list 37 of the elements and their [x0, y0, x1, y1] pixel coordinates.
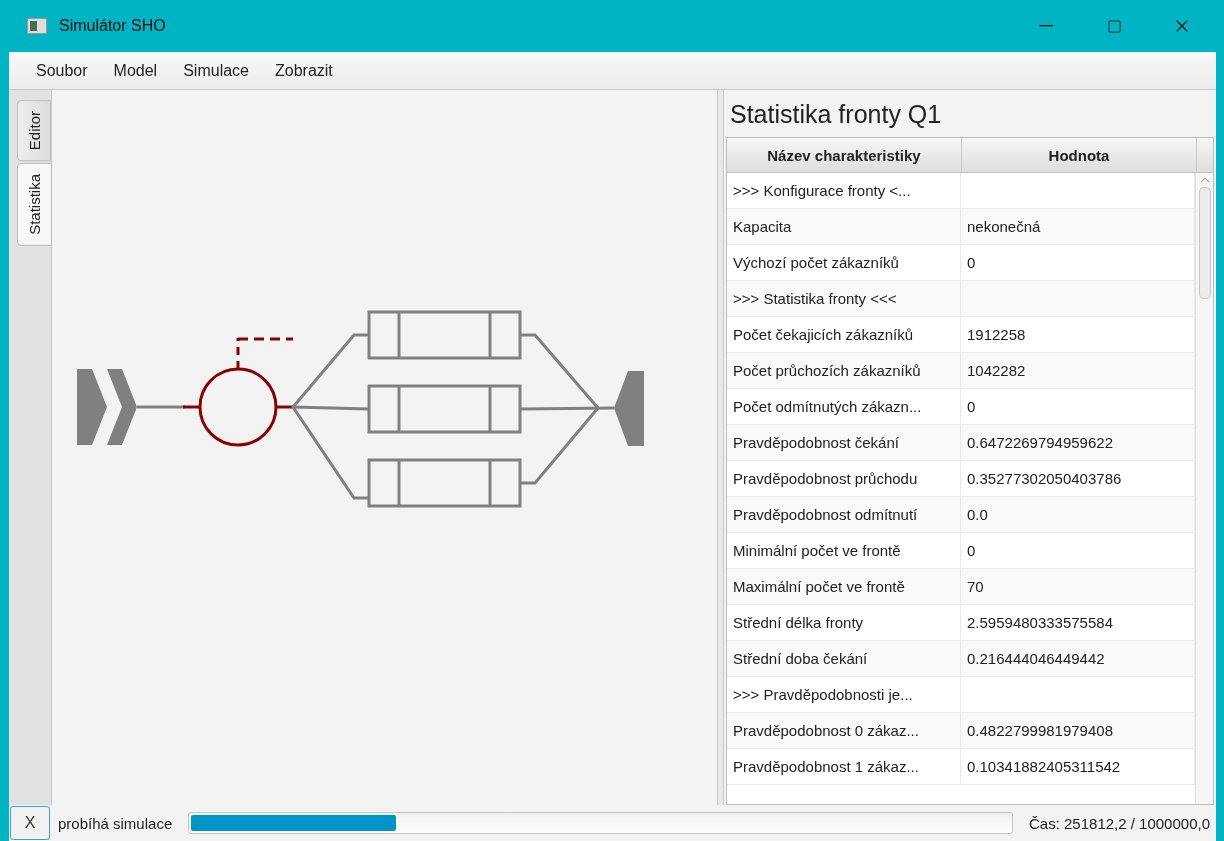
scrollbar[interactable]	[1195, 173, 1213, 804]
table-cell: Střední doba čekání	[727, 641, 961, 676]
table-cell: Počet odmítnutých zákazn...	[727, 389, 961, 424]
minimize-icon	[1039, 25, 1053, 27]
table-cell: Minimální počet ve frontě	[727, 533, 961, 568]
splitter[interactable]	[717, 90, 724, 805]
menu-item[interactable]: Model	[100, 61, 171, 80]
table-cell: Pravděpodobnost 1 zákaz...	[727, 749, 961, 784]
table-cell: Kapacita	[727, 209, 961, 244]
status-message: probíhá simulace	[58, 814, 173, 832]
side-tab[interactable]: Statistika	[17, 163, 52, 247]
table-cell: Počet čekajicích zákazníků	[727, 317, 961, 352]
scroll-up-icon[interactable]	[1199, 177, 1210, 183]
table-cell: Pravděpodobnost 0 zákaz...	[727, 713, 961, 748]
table-cell: Pravděpodobnost čekání	[727, 425, 961, 460]
side-tab[interactable]: Editor	[17, 100, 51, 162]
column-header[interactable]: Název charakteristiky	[727, 138, 962, 172]
table-cell: >>> Konfigurace fronty <...	[727, 173, 961, 208]
table-cell: Počet průchozích zákazníků	[727, 353, 961, 388]
panel-title: Statistika fronty Q1	[729, 99, 943, 130]
table-cell: Pravděpodobnost průchodu	[727, 461, 961, 496]
stop-button[interactable]: X	[10, 806, 50, 840]
app-icon	[27, 18, 47, 34]
maximize-icon	[1106, 18, 1122, 34]
time-readout: Čas: 251812,2 / 1000000,0	[1029, 814, 1210, 832]
table-cell: Výchozí počet zákazníků	[727, 245, 961, 280]
table-cell: Pravděpodobnost odmítnutí	[727, 497, 961, 532]
table-cell: >>> Pravděpodobnosti je...	[727, 677, 961, 712]
column-header[interactable]: Hodnota	[962, 138, 1197, 172]
scroll-thumb[interactable]	[1198, 187, 1211, 299]
table-cell: Maximální počet ve frontě	[727, 569, 961, 604]
table-cell: >>> Statistika fronty <<<	[727, 281, 961, 316]
menu-item[interactable]: Simulace	[170, 61, 262, 80]
menu-item[interactable]: Soubor	[23, 61, 101, 80]
window-title: Simulátor SHO	[59, 17, 167, 35]
table-cell: Střední délka fronty	[727, 605, 961, 640]
menu-item[interactable]: Zobrazit	[262, 61, 346, 80]
